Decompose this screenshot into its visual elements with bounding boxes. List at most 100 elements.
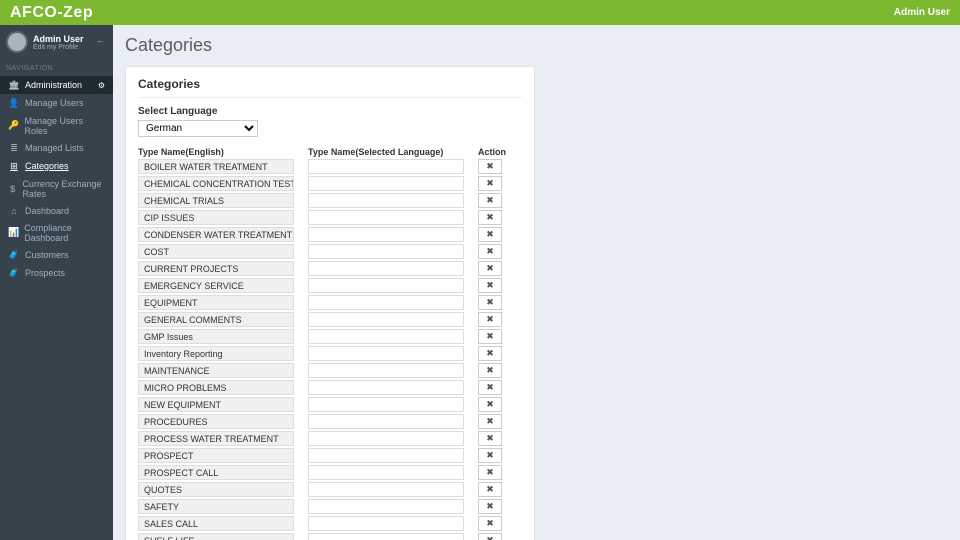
nav-item-customers[interactable]: 🧳 Customers <box>0 246 113 264</box>
type-name-lang-input[interactable] <box>308 448 464 463</box>
delete-button[interactable]: ✖ <box>478 448 502 463</box>
delete-button[interactable]: ✖ <box>478 159 502 174</box>
type-name-lang-input[interactable] <box>308 193 464 208</box>
type-name-lang-input[interactable] <box>308 380 464 395</box>
delete-button[interactable]: ✖ <box>478 499 502 514</box>
delete-button[interactable]: ✖ <box>478 244 502 259</box>
nav-item-label: Manage Users <box>25 98 84 108</box>
table-row: PROCEDURES ✖ <box>138 414 522 429</box>
collapse-sidebar-icon[interactable]: ← <box>96 35 105 45</box>
type-name-lang-input[interactable] <box>308 346 464 361</box>
delete-button[interactable]: ✖ <box>478 210 502 225</box>
edit-profile-link[interactable]: Edit my Profile <box>33 44 84 51</box>
type-name-english: COST <box>138 244 294 259</box>
type-name-english: Inventory Reporting <box>138 346 294 361</box>
delete-button[interactable]: ✖ <box>478 278 502 293</box>
nav-item-categories[interactable]: ⊞Categories <box>0 157 113 175</box>
delete-button[interactable]: ✖ <box>478 193 502 208</box>
nav-item-administration[interactable]: 🏛Administration⚙ <box>0 76 113 94</box>
delete-button[interactable]: ✖ <box>478 363 502 378</box>
nav-item-label: Compliance Dashboard <box>24 223 105 243</box>
nav-icon: 👤 <box>8 98 20 109</box>
table-row: EMERGENCY SERVICE ✖ <box>138 278 522 293</box>
type-name-lang-input[interactable] <box>308 159 464 174</box>
type-name-english: CHEMICAL TRIALS <box>138 193 294 208</box>
table-row: SHELF LIFE✖ <box>138 533 522 540</box>
delete-button[interactable]: ✖ <box>478 414 502 429</box>
type-name-lang-input[interactable] <box>308 176 464 191</box>
delete-button[interactable]: ✖ <box>478 312 502 327</box>
nav-item-compliance-dashboard[interactable]: 📊 Compliance Dashboard <box>0 219 113 246</box>
nav-item-manage-users[interactable]: 👤 Manage Users <box>0 94 113 112</box>
delete-button[interactable]: ✖ <box>478 516 502 531</box>
delete-button[interactable]: ✖ <box>478 482 502 497</box>
col-header-english: Type Name(English) <box>138 147 308 157</box>
topbar-user[interactable]: Admin User <box>894 7 950 18</box>
type-name-english: EMERGENCY SERVICE <box>138 278 294 293</box>
delete-button[interactable]: ✖ <box>478 227 502 242</box>
type-name-english: SAFETY <box>138 499 294 514</box>
delete-button[interactable]: ✖ <box>478 346 502 361</box>
nav-icon: 📊 <box>8 227 19 238</box>
delete-button[interactable]: ✖ <box>478 397 502 412</box>
type-name-lang-input[interactable] <box>308 397 464 412</box>
type-name-lang-input[interactable] <box>308 533 464 540</box>
table-row: PROSPECT CALL✖ <box>138 465 522 480</box>
nav-item-dashboard[interactable]: ⌂Dashboard <box>0 202 113 219</box>
nav-item-label: Prospects <box>25 268 65 278</box>
gear-icon[interactable]: ⚙ <box>98 81 105 90</box>
delete-button[interactable]: ✖ <box>478 533 502 540</box>
language-select[interactable]: German <box>138 120 258 137</box>
table-row: SAFETY ✖ <box>138 499 522 514</box>
type-name-english: MAINTENANCE <box>138 363 294 378</box>
type-name-english: QUOTES <box>138 482 294 497</box>
nav-item-managed-lists[interactable]: ≣Managed Lists <box>0 139 113 157</box>
type-name-lang-input[interactable] <box>308 261 464 276</box>
type-name-lang-input[interactable] <box>308 414 464 429</box>
table-row: MICRO PROBLEMS✖ <box>138 380 522 395</box>
type-name-lang-input[interactable] <box>308 278 464 293</box>
type-name-english: NEW EQUIPMENT <box>138 397 294 412</box>
type-name-english: PROCESS WATER TREATMENT <box>138 431 294 446</box>
type-name-lang-input[interactable] <box>308 227 464 242</box>
type-name-english: SALES CALL <box>138 516 294 531</box>
delete-button[interactable]: ✖ <box>478 380 502 395</box>
table-row: EQUIPMENT✖ <box>138 295 522 310</box>
nav-item-label: Managed Lists <box>25 143 84 153</box>
type-name-lang-input[interactable] <box>308 244 464 259</box>
type-name-english: PROCEDURES <box>138 414 294 429</box>
type-name-lang-input[interactable] <box>308 465 464 480</box>
type-name-lang-input[interactable] <box>308 329 464 344</box>
type-name-lang-input[interactable] <box>308 431 464 446</box>
delete-button[interactable]: ✖ <box>478 261 502 276</box>
table-row: MAINTENANCE ✖ <box>138 363 522 378</box>
delete-button[interactable]: ✖ <box>478 295 502 310</box>
nav-item-label: Categories <box>25 161 69 171</box>
delete-button[interactable]: ✖ <box>478 431 502 446</box>
nav-icon: $ <box>8 184 17 194</box>
nav-item-prospects[interactable]: 🧳 Prospects <box>0 264 113 282</box>
page-title: Categories <box>125 35 948 56</box>
type-name-lang-input[interactable] <box>308 363 464 378</box>
type-name-lang-input[interactable] <box>308 210 464 225</box>
nav-icon: 🧳 <box>8 268 20 279</box>
delete-button[interactable]: ✖ <box>478 176 502 191</box>
type-name-english: CHEMICAL CONCENTRATION TESTING <box>138 176 294 191</box>
table-header: Type Name(English) Type Name(Selected La… <box>138 147 522 157</box>
type-name-lang-input[interactable] <box>308 312 464 327</box>
nav-icon: 🧳 <box>8 250 20 261</box>
table-row: CHEMICAL CONCENTRATION TESTING ✖ <box>138 176 522 191</box>
divider <box>138 97 522 98</box>
avatar[interactable] <box>6 31 28 53</box>
delete-button[interactable]: ✖ <box>478 465 502 480</box>
type-name-lang-input[interactable] <box>308 295 464 310</box>
table-row: CURRENT PROJECTS✖ <box>138 261 522 276</box>
nav-item-currency-exchange-rates[interactable]: $Currency Exchange Rates <box>0 175 113 202</box>
type-name-lang-input[interactable] <box>308 482 464 497</box>
nav-item-label: Customers <box>25 250 69 260</box>
nav-item-manage-users-roles[interactable]: 🔑Manage Users Roles <box>0 112 113 139</box>
type-name-lang-input[interactable] <box>308 516 464 531</box>
type-name-lang-input[interactable] <box>308 499 464 514</box>
col-header-lang: Type Name(Selected Language) <box>308 147 478 157</box>
delete-button[interactable]: ✖ <box>478 329 502 344</box>
